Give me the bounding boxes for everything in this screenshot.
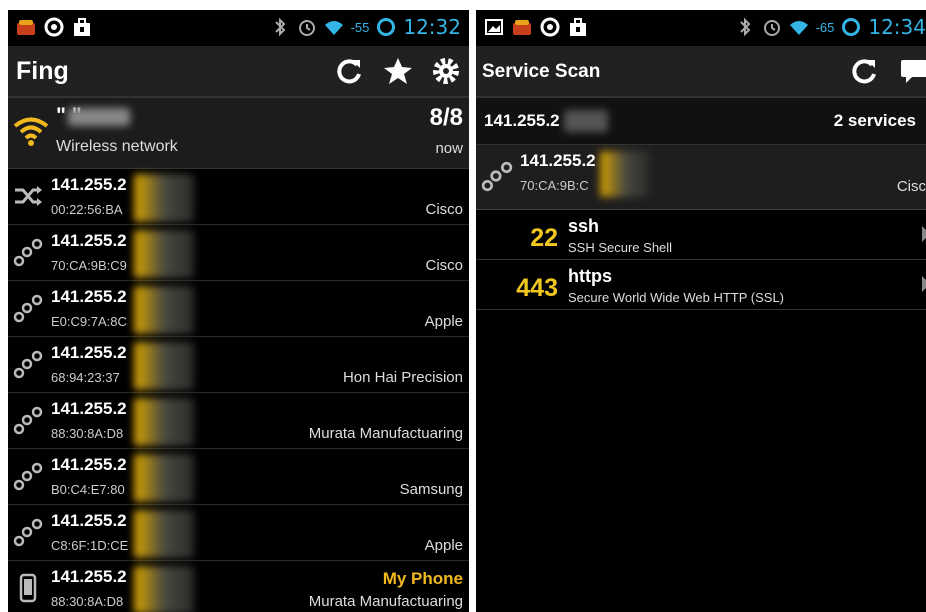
target-ip: 141.255.2	[484, 111, 560, 130]
service-description: Secure World Wide Web HTTP (SSL)	[568, 290, 785, 305]
status-bar: -55 12:32	[8, 10, 469, 46]
device-row[interactable]: 141.255.2 B0:C4:E7:80 Samsung	[8, 449, 469, 505]
device-row[interactable]: 141.255.2 68:94:23:37 Hon Hai Precision	[8, 337, 469, 393]
device-ip: 141.255.2	[51, 455, 127, 474]
scan-time: now	[435, 140, 463, 157]
device-vendor: Murata Manufactuaring	[308, 593, 463, 610]
host-row[interactable]: 141.255.2 70:CA:9B:C Cisc	[476, 145, 926, 210]
device-mac: 00:22:56:BA	[51, 202, 123, 217]
service-scan-screen: -65 12:34 Service Scan 141.255.2 2 servi…	[476, 10, 926, 612]
device-ip: 141.255.2	[51, 287, 127, 306]
device-row[interactable]: 141.255.2 88:30:8A:D8 My Phone Murata Ma…	[8, 561, 469, 612]
device-vendor: Murata Manufactuaring	[308, 425, 463, 442]
network-type: Wireless network	[56, 138, 178, 155]
chevron-right-icon	[922, 276, 926, 292]
link-icon	[13, 294, 43, 323]
sync-notification-icon	[44, 17, 64, 37]
link-icon	[13, 238, 43, 267]
device-row[interactable]: 141.255.2 C8:6F:1D:CE Apple	[8, 505, 469, 561]
device-list: 141.255.2 00:22:56:BA Cisco 141.255.2 70…	[8, 169, 469, 612]
device-row[interactable]: 141.255.2 E0:C9:7A:8C Apple	[8, 281, 469, 337]
link-icon	[13, 350, 43, 379]
scan-header: 141.255.2 2 services	[476, 98, 926, 145]
wifi-icon	[324, 21, 343, 35]
refresh-icon[interactable]	[335, 56, 365, 86]
screen-title: Service Scan	[482, 61, 601, 82]
status-bar: -65 12:34	[476, 10, 926, 46]
device-ip: 141.255.2	[51, 343, 127, 362]
device-vendor: Hon Hai Precision	[342, 369, 463, 386]
sync-notification-icon	[540, 17, 560, 37]
link-icon	[13, 462, 43, 491]
device-ip: 141.255.2	[51, 567, 127, 586]
device-vendor: Cisco	[425, 201, 463, 218]
device-row[interactable]: 141.255.2 70:CA:9B:C9 Cisco	[8, 225, 469, 281]
service-name: https	[568, 266, 612, 286]
alarm-icon	[763, 20, 780, 36]
bluetooth-icon	[739, 17, 750, 37]
device-count: 8/8	[429, 104, 463, 131]
host-vendor: Cisc	[896, 178, 926, 195]
device-mac: 68:94:23:37	[51, 370, 120, 385]
device-mac: B0:C4:E7:80	[51, 482, 125, 497]
bag-notification-icon	[570, 18, 586, 36]
wifi-network-icon	[13, 117, 49, 146]
app-title: Fing	[16, 57, 69, 85]
gear-icon[interactable]	[431, 56, 461, 86]
battery-icon	[842, 18, 861, 36]
wifi-icon	[789, 21, 808, 35]
clock: 12:34	[868, 15, 926, 39]
device-vendor: Samsung	[399, 481, 463, 498]
device-ip: 141.255.2	[51, 399, 127, 418]
device-mac: 70:CA:9B:C9	[51, 258, 127, 273]
device-row[interactable]: 141.255.2 00:22:56:BA Cisco	[8, 169, 469, 225]
link-icon	[481, 161, 513, 192]
chevron-right-icon	[922, 226, 926, 242]
redacted-ssid	[68, 108, 130, 126]
device-vendor: Cisco	[425, 257, 463, 274]
comment-icon[interactable]	[898, 56, 926, 86]
signal-strength: -65	[815, 19, 835, 35]
service-port: 443	[516, 274, 558, 302]
service-row[interactable]: 22 ssh SSH Secure Shell	[476, 210, 926, 260]
device-vendor: Apple	[424, 313, 463, 330]
host-mac: 70:CA:9B:C	[520, 178, 589, 193]
app-notification-icon	[513, 20, 531, 35]
action-bar: Fing	[8, 46, 469, 98]
service-row[interactable]: 443 https Secure World Wide Web HTTP (SS…	[476, 260, 926, 310]
services-count-dropdown[interactable]: 2 services	[834, 111, 916, 131]
screenshot-divider	[469, 0, 476, 612]
device-ip: 141.255.2	[51, 231, 127, 250]
action-bar: Service Scan	[476, 46, 926, 98]
bag-notification-icon	[74, 18, 90, 36]
link-icon	[13, 406, 43, 435]
my-phone-label: My Phone	[382, 569, 463, 588]
device-mac: C8:6F:1D:CE	[51, 538, 129, 553]
link-icon	[13, 518, 43, 547]
service-port: 22	[530, 224, 558, 252]
app-notification-icon	[17, 20, 35, 35]
bluetooth-icon	[274, 17, 285, 37]
battery-icon	[377, 18, 396, 36]
shuffle-icon	[15, 186, 42, 206]
service-description: SSH Secure Shell	[568, 240, 673, 255]
image-notification-icon	[485, 19, 503, 35]
refresh-icon[interactable]	[850, 56, 880, 86]
device-mac: 88:30:8A:D8	[51, 594, 124, 609]
device-mac: E0:C9:7A:8C	[51, 314, 127, 329]
star-icon[interactable]	[383, 56, 413, 86]
clock: 12:32	[403, 15, 461, 39]
alarm-icon	[298, 20, 315, 36]
device-row[interactable]: 141.255.2 88:30:8A:D8 Murata Manufactuar…	[8, 393, 469, 449]
device-mac: 88:30:8A:D8	[51, 426, 124, 441]
phone-icon	[19, 573, 37, 603]
device-ip: 141.255.2	[51, 511, 127, 530]
device-vendor: Apple	[424, 537, 463, 554]
signal-strength: -55	[350, 19, 370, 35]
host-ip: 141.255.2	[520, 151, 596, 170]
service-name: ssh	[568, 216, 600, 236]
fing-screen: -55 12:32 Fing " " Wireless network 8/8 …	[8, 10, 469, 612]
network-row[interactable]: " " Wireless network 8/8 now	[8, 98, 469, 169]
device-ip: 141.255.2	[51, 175, 127, 194]
